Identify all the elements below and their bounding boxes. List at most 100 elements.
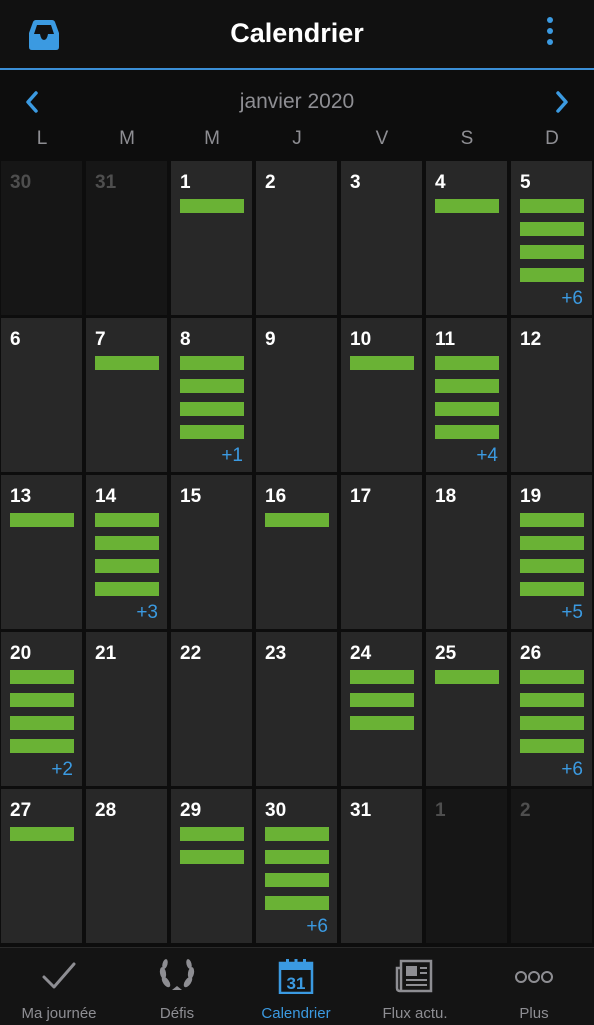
event-bar[interactable] [180,379,244,393]
event-bar[interactable] [180,402,244,416]
event-bar[interactable] [265,873,329,887]
more-events-count[interactable]: +5 [561,602,583,624]
event-bar[interactable] [520,582,584,596]
day-cell[interactable]: 28 [86,789,167,943]
day-cell[interactable]: 31 [86,161,167,315]
event-bar[interactable] [265,896,329,910]
tab-defis[interactable]: Défis [118,948,236,1025]
event-bar[interactable] [10,739,74,753]
day-cell[interactable]: 22 [171,632,252,786]
event-bar[interactable] [520,559,584,573]
event-bar[interactable] [435,379,499,393]
event-bar[interactable] [350,716,414,730]
event-bar[interactable] [435,356,499,370]
event-bar[interactable] [435,425,499,439]
day-cell[interactable]: 2 [511,789,592,943]
day-cell[interactable]: 16 [256,475,337,629]
day-cell[interactable]: 9 [256,318,337,472]
day-cell[interactable]: 17 [341,475,422,629]
more-events-count[interactable]: +1 [221,445,243,467]
day-cell[interactable]: 4 [426,161,507,315]
day-cell[interactable]: 30 [1,161,82,315]
day-cell[interactable]: 8 +1 [171,318,252,472]
more-events-count[interactable]: +6 [561,288,583,310]
event-bar[interactable] [435,670,499,684]
day-cell[interactable]: 30 +6 [256,789,337,943]
more-events-count[interactable]: +6 [561,759,583,781]
event-bar[interactable] [95,582,159,596]
event-bar[interactable] [10,670,74,684]
day-cell[interactable]: 1 [426,789,507,943]
day-cell[interactable]: 23 [256,632,337,786]
event-bar[interactable] [10,827,74,841]
more-events-count[interactable]: +4 [476,445,498,467]
next-month-button[interactable] [550,88,574,116]
event-bar[interactable] [180,199,244,213]
event-bar[interactable] [520,536,584,550]
tab-plus[interactable]: Plus [475,948,593,1025]
event-bar[interactable] [95,536,159,550]
event-bar[interactable] [435,402,499,416]
day-cell[interactable]: 29 [171,789,252,943]
day-cell[interactable]: 3 [341,161,422,315]
day-cell[interactable]: 18 [426,475,507,629]
event-bar[interactable] [180,850,244,864]
event-bar[interactable] [180,425,244,439]
tab-calendrier[interactable]: 31 Calendrier [237,948,355,1025]
day-cell[interactable]: 14 +3 [86,475,167,629]
day-cell[interactable]: 5 +6 [511,161,592,315]
day-cell[interactable]: 10 [341,318,422,472]
day-cell[interactable]: 11 +4 [426,318,507,472]
event-bar[interactable] [435,199,499,213]
event-bar[interactable] [350,670,414,684]
day-cell[interactable]: 27 [1,789,82,943]
event-bar[interactable] [265,513,329,527]
event-bar[interactable] [10,716,74,730]
day-number: 15 [180,486,202,507]
kebab-menu-icon[interactable] [540,14,560,54]
day-cell[interactable]: 12 [511,318,592,472]
event-bar[interactable] [95,356,159,370]
event-bar[interactable] [10,693,74,707]
day-cell[interactable]: 1 [171,161,252,315]
day-cell[interactable]: 13 [1,475,82,629]
day-cell[interactable]: 20 +2 [1,632,82,786]
event-bar[interactable] [265,827,329,841]
event-bar[interactable] [180,356,244,370]
event-bar[interactable] [520,245,584,259]
day-cell[interactable]: 15 [171,475,252,629]
event-bar[interactable] [520,513,584,527]
event-bar[interactable] [520,739,584,753]
event-bar[interactable] [520,222,584,236]
day-cell[interactable]: 6 [1,318,82,472]
event-bar[interactable] [350,693,414,707]
more-events-count[interactable]: +3 [136,602,158,624]
day-number: 18 [435,486,457,507]
event-bar[interactable] [95,559,159,573]
day-cell[interactable]: 25 [426,632,507,786]
event-bar[interactable] [265,850,329,864]
tab-flux-actu[interactable]: Flux actu. [356,948,474,1025]
tab-ma-journee[interactable]: Ma journée [0,948,118,1025]
event-bar[interactable] [520,716,584,730]
event-bar[interactable] [10,513,74,527]
event-bar[interactable] [520,199,584,213]
day-cell[interactable]: 19 +5 [511,475,592,629]
day-cell[interactable]: 21 [86,632,167,786]
event-bar[interactable] [520,670,584,684]
more-events-count[interactable]: +2 [51,759,73,781]
day-cell[interactable]: 2 [256,161,337,315]
day-cell[interactable]: 24 [341,632,422,786]
more-events-count[interactable]: +6 [306,916,328,938]
day-cell[interactable]: 26 +6 [511,632,592,786]
day-number: 26 [520,643,542,664]
day-cell[interactable]: 31 [341,789,422,943]
event-bar[interactable] [520,693,584,707]
event-bar[interactable] [95,513,159,527]
day-cell[interactable]: 7 [86,318,167,472]
day-number: 2 [520,800,531,821]
event-bar[interactable] [350,356,414,370]
event-bar[interactable] [520,268,584,282]
day-number: 4 [435,172,446,193]
event-bar[interactable] [180,827,244,841]
